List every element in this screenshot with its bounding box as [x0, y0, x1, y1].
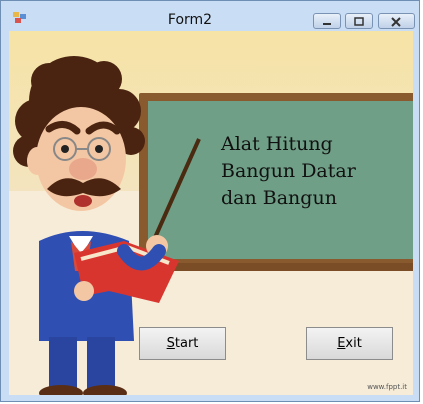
chalkboard-text: Alat Hitung Bangun Datar dan Bangun: [221, 131, 401, 212]
app-window: Form2 Alat Hitung Bangun Datar dan Bangu…: [0, 0, 420, 402]
close-icon: [391, 17, 401, 27]
start-button-mnemonic: S: [166, 336, 175, 351]
board-line-2: Bangun Datar: [221, 160, 356, 182]
form-client-area: Alat Hitung Bangun Datar dan Bangun S ta…: [9, 31, 413, 395]
start-button[interactable]: Start: [139, 327, 226, 360]
title-bar[interactable]: Form2: [1, 1, 419, 31]
maximize-icon: [354, 17, 364, 26]
board-line-1: Alat Hitung: [221, 133, 333, 155]
exit-button[interactable]: Exit: [306, 327, 393, 360]
minimize-button[interactable]: [313, 13, 341, 29]
exit-button-label: xit: [345, 336, 362, 351]
start-button-label: tart: [174, 336, 199, 351]
watermark: www.fppt.it: [367, 383, 407, 391]
close-button[interactable]: [378, 13, 415, 29]
board-line-3: dan Bangun: [221, 187, 337, 209]
exit-button-mnemonic: E: [337, 336, 346, 351]
minimize-icon: [323, 23, 331, 25]
maximize-button[interactable]: [345, 13, 373, 29]
